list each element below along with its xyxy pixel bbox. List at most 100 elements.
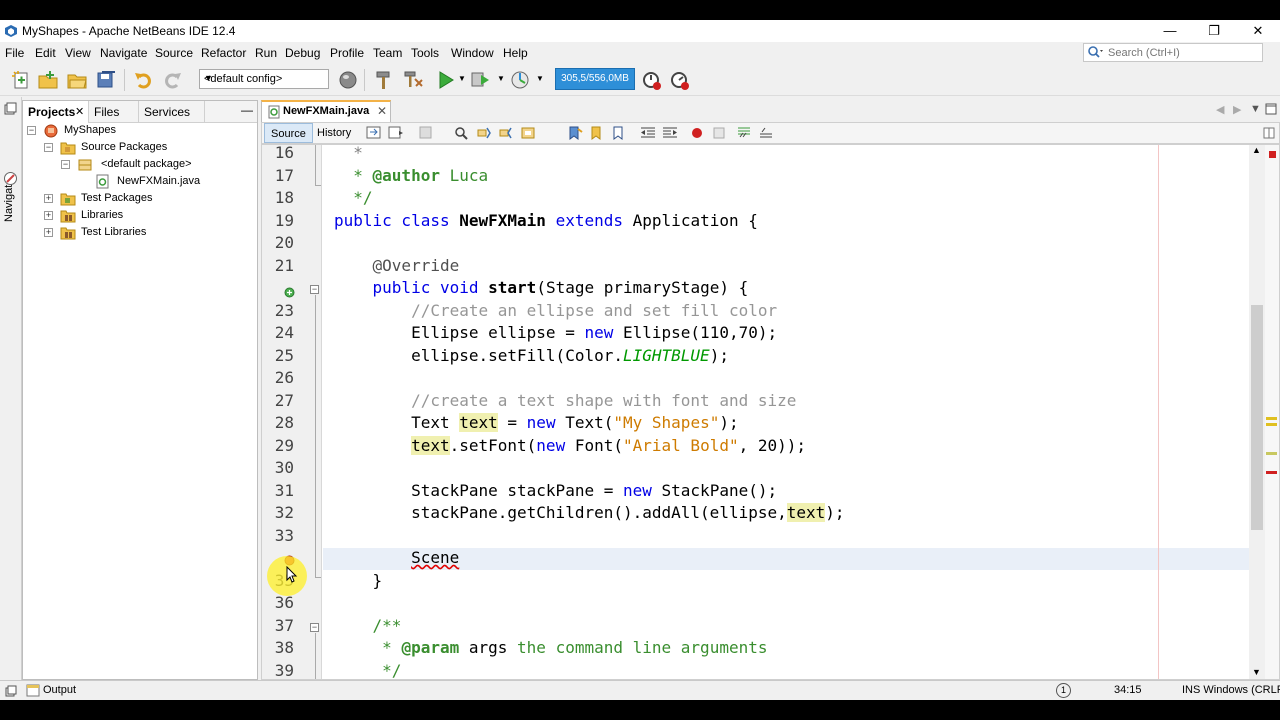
output-window-icon[interactable] — [26, 684, 40, 697]
scroll-down-icon[interactable]: ▼ — [1252, 667, 1261, 677]
previous-bookmark-icon[interactable] — [566, 125, 584, 141]
undo-icon[interactable] — [133, 69, 155, 91]
code-line: public class NewFXMain extends Applicati… — [334, 210, 758, 230]
menu-window[interactable]: Window — [451, 46, 494, 60]
new-file-icon[interactable] — [10, 69, 32, 91]
back-icon[interactable] — [387, 125, 405, 141]
scroll-up-icon[interactable]: ▲ — [1252, 145, 1261, 155]
forward-icon[interactable] — [418, 125, 436, 141]
warning-mark[interactable] — [1266, 423, 1277, 426]
history-view-button[interactable]: History — [311, 123, 357, 143]
error-indicator[interactable] — [1269, 151, 1276, 158]
profile-ide-icon[interactable] — [668, 69, 690, 91]
toggle-bookmark-icon[interactable] — [610, 125, 628, 141]
output-tab[interactable]: Output — [43, 684, 76, 696]
fold-collapse-icon[interactable]: − — [310, 623, 319, 632]
search-box[interactable] — [1083, 43, 1263, 62]
config-select[interactable]: <default config> ▼ — [199, 69, 329, 89]
collapse-icon[interactable]: − — [27, 126, 36, 135]
new-project-icon[interactable] — [37, 69, 59, 91]
code-editor[interactable]: − − 16 17 18 19 20 21 23 24 25 26 27 28 — [261, 144, 1280, 680]
tab-files[interactable]: Files — [89, 101, 139, 123]
tree-item-myshapes[interactable]: − MyShapes — [27, 122, 247, 139]
find-next-icon[interactable] — [497, 125, 515, 141]
toggle-highlight-icon[interactable] — [519, 125, 537, 141]
menu-profile[interactable]: Profile — [330, 46, 364, 60]
redo-icon[interactable] — [161, 69, 183, 91]
scroll-tabs-right-icon[interactable]: ▶ — [1233, 103, 1241, 116]
menu-team[interactable]: Team — [373, 46, 402, 60]
close-icon[interactable]: ✕ — [75, 101, 84, 123]
close-button[interactable]: ✕ — [1236, 20, 1280, 42]
menu-refactor[interactable]: Refactor — [201, 46, 246, 60]
scroll-tabs-left-icon[interactable]: ◀ — [1216, 103, 1224, 116]
find-selection-icon[interactable] — [475, 125, 493, 141]
menu-debug[interactable]: Debug — [285, 46, 320, 60]
file-tab-newfxmain[interactable]: NewFXMain.java ✕ — [261, 100, 391, 122]
shift-left-icon[interactable] — [639, 125, 657, 141]
run-project-icon[interactable] — [435, 69, 457, 91]
menu-edit[interactable]: Edit — [35, 46, 56, 60]
menu-source[interactable]: Source — [155, 46, 193, 60]
menu-navigate[interactable]: Navigate — [100, 46, 147, 60]
last-edit-icon[interactable] — [365, 125, 383, 141]
tree-item-default-package[interactable]: − <default package> — [61, 156, 241, 173]
comment-icon[interactable] — [736, 125, 754, 141]
uncomment-icon[interactable] — [758, 125, 776, 141]
minimize-button[interactable]: — — [1148, 20, 1192, 42]
scrollbar-thumb[interactable] — [1251, 305, 1263, 530]
menu-run[interactable]: Run — [255, 46, 277, 60]
profile-project-icon[interactable] — [509, 69, 531, 91]
debug-project-icon[interactable] — [469, 69, 491, 91]
maximize-icon[interactable] — [5, 685, 17, 697]
error-mark[interactable] — [1266, 471, 1277, 474]
warning-mark[interactable] — [1266, 452, 1277, 455]
tab-projects[interactable]: Projects ✕ — [23, 101, 89, 123]
expand-icon[interactable]: + — [44, 194, 53, 203]
profile-dropdown-icon[interactable]: ▼ — [536, 74, 544, 83]
find-previous-icon[interactable] — [453, 125, 471, 141]
debug-dropdown-icon[interactable]: ▼ — [497, 74, 505, 83]
open-project-icon[interactable] — [66, 69, 88, 91]
collapse-icon[interactable]: − — [44, 143, 53, 152]
notifications-badge[interactable]: 1 — [1056, 683, 1071, 698]
source-view-button[interactable]: Source — [264, 123, 313, 143]
tab-list-icon[interactable]: ▼ — [1250, 103, 1261, 115]
menu-file[interactable]: File — [5, 46, 24, 60]
maximize-icon[interactable] — [4, 102, 17, 115]
close-tab-button[interactable]: ✕ — [377, 104, 387, 118]
next-bookmark-icon[interactable] — [588, 125, 606, 141]
start-macro-icon[interactable] — [688, 125, 706, 141]
memory-usage-bar[interactable]: 305,5/556,0MB — [555, 68, 635, 90]
expand-icon[interactable]: + — [44, 211, 53, 220]
warning-mark[interactable] — [1266, 417, 1277, 420]
menu-tools[interactable]: Tools — [411, 46, 439, 60]
menu-view[interactable]: View — [65, 46, 91, 60]
shift-right-icon[interactable] — [661, 125, 679, 141]
clean-build-icon[interactable] — [402, 69, 424, 91]
navigator-icon[interactable] — [3, 171, 18, 186]
vertical-scrollbar[interactable]: ▲ ▼ — [1249, 145, 1265, 679]
save-all-icon[interactable] — [95, 69, 117, 91]
gc-icon[interactable] — [640, 69, 662, 91]
expand-icon[interactable]: + — [44, 228, 53, 237]
tree-item-test-libraries[interactable]: + Test Libraries — [44, 224, 244, 241]
collapse-icon[interactable]: − — [61, 160, 70, 169]
maximize-editor-icon[interactable] — [1265, 103, 1277, 115]
search-input[interactable] — [1108, 45, 1258, 60]
run-dropdown-icon[interactable]: ▼ — [458, 74, 466, 83]
split-editor-icon[interactable] — [1260, 125, 1278, 141]
menu-help[interactable]: Help — [503, 46, 528, 60]
stop-macro-icon[interactable] — [710, 125, 728, 141]
build-hammer-icon[interactable] — [373, 69, 395, 91]
restore-button[interactable]: ❐ — [1192, 20, 1236, 42]
tab-services[interactable]: Services — [139, 101, 205, 123]
minimize-panel-button[interactable]: — — [241, 103, 253, 117]
tree-item-libraries[interactable]: + Libraries — [44, 207, 244, 224]
tree-item-test-packages[interactable]: + Test Packages — [44, 190, 244, 207]
browser-globe-icon[interactable] — [337, 69, 359, 91]
tree-item-newfxmain[interactable]: NewFXMain.java — [95, 173, 245, 190]
code-token: * — [334, 638, 402, 657]
tree-item-source-packages[interactable]: − Source Packages — [44, 139, 244, 156]
fold-collapse-icon[interactable]: − — [310, 285, 319, 294]
